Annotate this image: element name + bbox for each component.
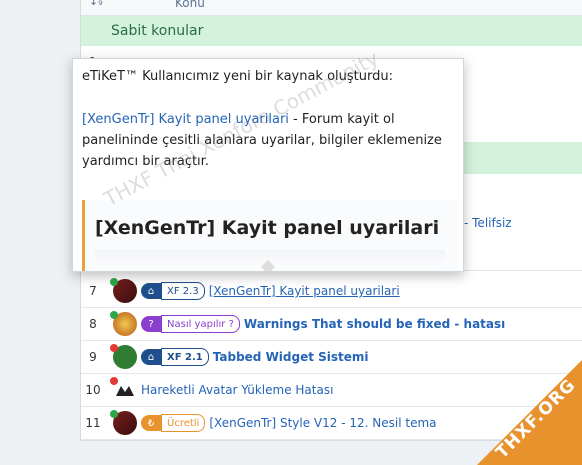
tooltip-description: [XenGenTr] Kayit panel uyarilari - Forum… <box>82 109 452 172</box>
online-indicator <box>110 278 118 286</box>
row-suffix[interactable]: - Telifsiz <box>464 216 512 230</box>
table-row[interactable]: 8 ? Nasıl yapılır ? Warnings That should… <box>81 308 582 341</box>
resource-link[interactable]: [XenGenTr] Kayit panel uyarilari <box>82 112 289 127</box>
prefix-tag[interactable]: XF 2.3 <box>161 282 205 300</box>
home-icon: ⌂ <box>141 283 161 299</box>
thread-title[interactable]: [XenGenTr] Style V12 - 12. Nesil tema <box>209 416 436 430</box>
question-icon: ? <box>141 316 161 332</box>
row-number: 9 <box>89 350 97 364</box>
row-number: 8 <box>89 317 97 331</box>
online-indicator <box>110 410 118 418</box>
online-indicator <box>110 311 118 319</box>
prefix-tag[interactable]: XF 2.1 <box>161 348 209 366</box>
thread-title[interactable]: [XenGenTr] Kayit panel uyarilari <box>209 284 400 298</box>
tooltip-intro: eTiKeT™ Kullanıcımız yeni bir kaynak olu… <box>82 69 393 84</box>
resource-preview-tooltip: eTiKeT™ Kullanıcımız yeni bir kaynak olu… <box>72 58 464 272</box>
list-header: ↓₉ Konu <box>81 0 582 16</box>
row-number: 10 <box>85 383 101 397</box>
thread-title[interactable]: Hareketli Avatar Yükleme Hatası <box>141 383 333 397</box>
thread-title[interactable]: Tabbed Widget Sistemi <box>213 350 369 364</box>
sort-icon[interactable]: ↓₉ <box>89 0 103 8</box>
thread-title[interactable]: Warnings That should be fixed - hatası <box>244 317 505 331</box>
lira-icon: ₺ <box>141 415 161 431</box>
home-icon: ⌂ <box>141 349 161 365</box>
prefix-tag[interactable]: Ücretli <box>161 414 206 432</box>
row-number: 11 <box>85 416 101 430</box>
status-indicator <box>110 377 118 385</box>
prefix-tag[interactable]: Nasıl yapılır ? <box>161 315 240 333</box>
column-topic[interactable]: Konu <box>175 0 205 10</box>
sticky-section-header: Sabit konular <box>81 16 582 46</box>
table-row[interactable]: 7 ⌂ XF 2.3 [XenGenTr] Kayit panel uyaril… <box>81 275 582 308</box>
status-indicator <box>110 344 118 352</box>
section-label: Sabit konular <box>111 23 204 39</box>
preview-title: [XenGenTr] Kayit panel uyarilari <box>95 217 440 239</box>
row-number: 7 <box>89 284 97 298</box>
